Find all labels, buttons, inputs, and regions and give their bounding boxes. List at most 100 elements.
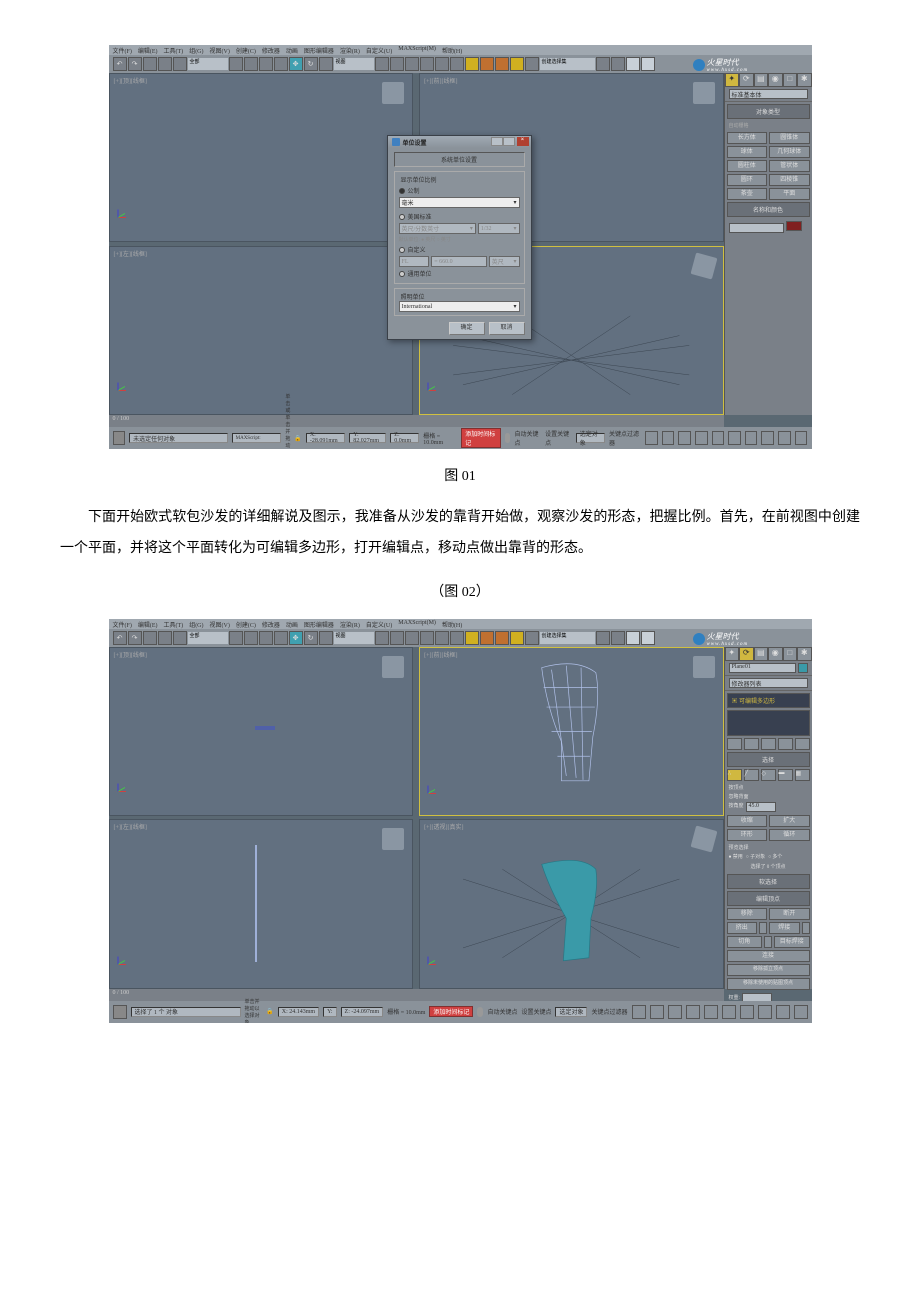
align2-icon[interactable] bbox=[495, 631, 509, 645]
coord-x[interactable]: X: 24.143mm bbox=[278, 1007, 319, 1017]
redo-icon[interactable]: ↷ bbox=[128, 631, 142, 645]
plane-button[interactable]: 平面 bbox=[769, 188, 810, 200]
minimize-icon[interactable] bbox=[491, 137, 503, 146]
zoom-icon[interactable] bbox=[728, 431, 741, 445]
menu-edit[interactable]: 编辑(E) bbox=[138, 46, 158, 54]
window-crossing-icon[interactable] bbox=[274, 57, 288, 71]
render-frame-icon[interactable] bbox=[626, 631, 640, 645]
chamfer-settings-icon[interactable] bbox=[764, 936, 772, 948]
close-icon[interactable]: × bbox=[517, 137, 529, 146]
selected-filter[interactable]: 选定对象 bbox=[555, 1007, 587, 1017]
create-tab-icon[interactable]: ✦ bbox=[725, 647, 740, 661]
setkey-button[interactable]: 设置关键点 bbox=[521, 1007, 551, 1016]
menu-create[interactable]: 创建(C) bbox=[236, 620, 256, 628]
menu-create[interactable]: 创建(C) bbox=[236, 46, 256, 54]
ring-button[interactable]: 环形 bbox=[727, 829, 768, 841]
cylinder-button[interactable]: 圆柱体 bbox=[727, 160, 768, 172]
menu-render[interactable]: 渲染(R) bbox=[340, 46, 360, 54]
time-slider[interactable]: 0 / 100 bbox=[109, 415, 724, 427]
angle-snap-icon[interactable] bbox=[420, 631, 434, 645]
grow-button[interactable]: 扩大 bbox=[769, 815, 810, 827]
menu-file[interactable]: 文件(F) bbox=[113, 46, 132, 54]
rect-region-icon[interactable] bbox=[259, 57, 273, 71]
lighting-units-dropdown[interactable]: International▾ bbox=[399, 301, 520, 312]
configure-sets-icon[interactable] bbox=[795, 738, 810, 750]
name-color-rollout[interactable]: 名称和颜色 bbox=[727, 202, 810, 217]
manip-icon[interactable] bbox=[390, 57, 404, 71]
coord-z[interactable]: Z: -24.097mm bbox=[341, 1007, 384, 1017]
edge-subobj-icon[interactable]: ╱ bbox=[744, 769, 759, 781]
quick-render-icon[interactable] bbox=[641, 631, 655, 645]
zoom-all-icon[interactable] bbox=[740, 1005, 754, 1019]
key-mode-icon[interactable] bbox=[477, 1007, 483, 1017]
snap-icon[interactable] bbox=[405, 57, 419, 71]
selected-filter[interactable]: 选定对象 bbox=[576, 433, 605, 443]
modify-tab-icon[interactable]: ⟳ bbox=[739, 647, 754, 661]
coord-z[interactable]: Z: 0.0mm bbox=[390, 433, 419, 443]
make-unique-icon[interactable] bbox=[761, 738, 776, 750]
orbit-icon[interactable] bbox=[778, 431, 791, 445]
modify-tab-icon[interactable]: ⟳ bbox=[739, 73, 754, 87]
viewport-left[interactable]: [+][左][线框] bbox=[109, 246, 413, 415]
remove-unused-button[interactable]: 移除未使用的贴图顶点 bbox=[727, 978, 810, 990]
target-weld-button[interactable]: 目标焊接 bbox=[774, 936, 810, 948]
viewcube-icon[interactable] bbox=[382, 828, 404, 850]
setkey-button[interactable]: 设置关键点 bbox=[545, 429, 572, 447]
extrude-button[interactable]: 挤出 bbox=[727, 922, 758, 934]
metric-unit-dropdown[interactable]: 毫米▾ bbox=[399, 197, 520, 208]
sphere-button[interactable]: 球体 bbox=[727, 146, 768, 158]
key-mode-icon[interactable] bbox=[505, 433, 510, 443]
menu-custom[interactable]: 自定义(U) bbox=[366, 620, 392, 628]
pin-stack-icon[interactable] bbox=[727, 738, 742, 750]
keyfilter-button[interactable]: 关键点过滤器 bbox=[591, 1007, 627, 1016]
menu-maxscript[interactable]: MAXScript(M) bbox=[398, 620, 436, 628]
connect-button[interactable]: 连接 bbox=[727, 950, 810, 962]
menu-view[interactable]: 视图(V) bbox=[210, 46, 230, 54]
unlink-icon[interactable] bbox=[158, 631, 172, 645]
curve-editor-icon[interactable] bbox=[525, 631, 539, 645]
chamfer-button[interactable]: 切角 bbox=[727, 936, 763, 948]
undo-icon[interactable]: ↶ bbox=[113, 57, 127, 71]
stack-expand-icon[interactable]: ▣ bbox=[732, 699, 738, 705]
extrude-settings-icon[interactable] bbox=[759, 922, 767, 934]
maximize-viewport-icon[interactable] bbox=[795, 431, 808, 445]
menu-bar[interactable]: 文件(F) 编辑(E) 工具(T) 组(G) 视图(V) 创建(C) 修改器 动… bbox=[109, 45, 812, 55]
select-icon[interactable] bbox=[229, 631, 243, 645]
coord-x[interactable]: X: -28.091mm bbox=[306, 433, 345, 443]
orbit-icon[interactable] bbox=[776, 1005, 790, 1019]
window-crossing-icon[interactable] bbox=[274, 631, 288, 645]
move-icon[interactable]: ✥ bbox=[289, 631, 303, 645]
rect-region-icon[interactable] bbox=[259, 631, 273, 645]
zoom-icon[interactable] bbox=[722, 1005, 736, 1019]
teapot-button[interactable]: 茶壶 bbox=[727, 188, 768, 200]
coord-y[interactable]: Y: bbox=[323, 1007, 336, 1017]
dialog-titlebar[interactable]: 单位设置 × bbox=[388, 136, 531, 148]
menu-tools[interactable]: 工具(T) bbox=[164, 620, 184, 628]
render-frame-icon[interactable] bbox=[626, 57, 640, 71]
autokey-button[interactable]: 自动关键点 bbox=[514, 429, 541, 447]
named-set-field[interactable]: 创建选择集 bbox=[540, 632, 595, 644]
menu-group[interactable]: 组(G) bbox=[189, 46, 203, 54]
manip-icon[interactable] bbox=[390, 631, 404, 645]
pivot-icon[interactable] bbox=[375, 631, 389, 645]
torus-button[interactable]: 圆环 bbox=[727, 174, 768, 186]
undo-icon[interactable]: ↶ bbox=[113, 631, 127, 645]
viewport-perspective[interactable]: [+][透视][真实] bbox=[419, 819, 723, 988]
angle-spinner[interactable]: 45.0 bbox=[746, 802, 776, 812]
addtimetag-button[interactable]: 添加时间标记 bbox=[461, 428, 501, 448]
by-angle-checkbox[interactable]: 按角度 bbox=[729, 802, 744, 812]
named-set-field[interactable]: 创建选择集 bbox=[540, 58, 595, 70]
menu-maxscript[interactable]: MAXScript(M) bbox=[398, 46, 436, 54]
viewcube-icon[interactable] bbox=[693, 82, 715, 104]
scale-icon[interactable] bbox=[319, 57, 333, 71]
play-icon[interactable] bbox=[678, 431, 691, 445]
edit-vertices-rollout[interactable]: 编辑顶点 bbox=[727, 891, 810, 906]
play-start-icon[interactable] bbox=[632, 1005, 646, 1019]
menu-help[interactable]: 帮助(H) bbox=[442, 46, 462, 54]
pan-icon[interactable] bbox=[761, 431, 774, 445]
rotate-icon[interactable]: ↻ bbox=[304, 631, 318, 645]
bind-icon[interactable] bbox=[173, 631, 187, 645]
viewcube-icon[interactable] bbox=[382, 82, 404, 104]
menu-help[interactable]: 帮助(H) bbox=[442, 620, 462, 628]
show-end-result-icon[interactable] bbox=[744, 738, 759, 750]
